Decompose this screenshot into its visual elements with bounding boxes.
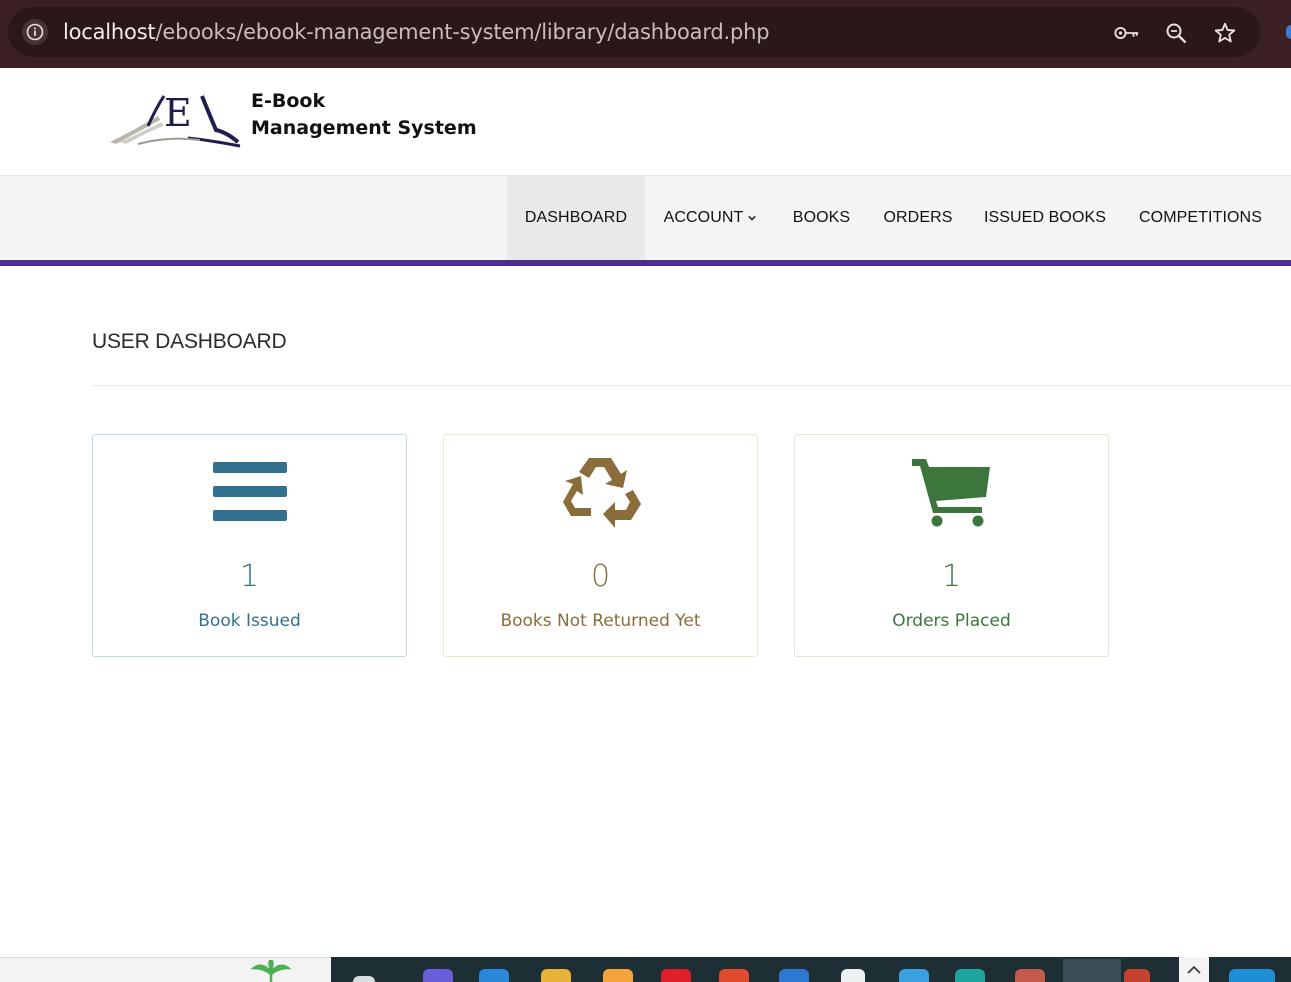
key-icon[interactable] (1114, 20, 1140, 46)
bars-icon (93, 453, 406, 533)
address-bar[interactable]: localhost/ebooks/ebook-management-system… (8, 7, 1260, 57)
nav-label: ORDERS (883, 209, 953, 226)
zoom-icon[interactable] (1163, 20, 1189, 46)
app-store-icon[interactable] (899, 969, 929, 982)
app-brush-icon[interactable] (1015, 969, 1045, 982)
chrome-icon[interactable] (719, 969, 749, 982)
site-name-line2: Management System (251, 117, 477, 139)
main-nav: DASHBOARD ACCOUNT BOOKS ORDERS ISSUED BO… (0, 176, 1291, 266)
nav-books[interactable]: BOOKS (775, 176, 868, 260)
chevron-up-icon[interactable] (1179, 957, 1209, 982)
vscode-icon[interactable] (479, 969, 509, 982)
url-path: /ebooks/ebook-management-system/library/… (155, 20, 770, 44)
profile-edge-icon[interactable] (1286, 25, 1291, 39)
plant-icon (250, 960, 292, 982)
nav-label: COMPETITIONS (1139, 209, 1262, 226)
browser-toolbar: localhost/ebooks/ebook-management-system… (0, 0, 1291, 68)
chevron-down-icon (748, 215, 757, 221)
copilot-icon[interactable] (423, 969, 453, 982)
orders-placed-count: 1 (941, 559, 962, 594)
logo-letter: E (164, 91, 192, 135)
nav-issued-books[interactable]: ISSUED BOOKS (968, 176, 1122, 260)
site-logo[interactable]: E (108, 86, 242, 148)
books-issued-label: Book Issued (198, 611, 301, 631)
shopping-cart-icon (795, 453, 1108, 533)
nav-label: DASHBOARD (524, 209, 628, 226)
url-text[interactable]: localhost/ebooks/ebook-management-system… (63, 19, 770, 45)
nav-dashboard[interactable]: DASHBOARD (507, 176, 645, 260)
book-issued-card: 1 Book Issued (92, 434, 407, 657)
nav-label: ACCOUNT (663, 209, 744, 226)
app-blue-icon[interactable] (779, 969, 809, 982)
books-not-returned-label: Books Not Returned Yet (500, 611, 701, 631)
star-icon[interactable] (1212, 20, 1238, 46)
books-not-returned-card: 0 Books Not Returned Yet (443, 434, 758, 657)
orders-placed-card: 1 Orders Placed (794, 434, 1109, 657)
nav-account[interactable]: ACCOUNT (645, 176, 775, 260)
books-not-returned-count: 0 (590, 559, 611, 594)
recycle-icon (444, 453, 757, 533)
chrome-active-icon[interactable] (1063, 959, 1121, 982)
app-ai-icon[interactable] (1229, 969, 1275, 982)
nav-label: ISSUED BOOKS (983, 209, 1107, 226)
nav-competitions[interactable]: COMPETITIONS (1122, 176, 1279, 260)
firefox-icon[interactable] (603, 969, 633, 982)
orders-placed-label: Orders Placed (892, 611, 1011, 631)
folder-icon[interactable] (541, 969, 571, 982)
nav-label: BOOKS (792, 209, 851, 226)
divider (92, 385, 1291, 386)
books-issued-count: 1 (239, 559, 260, 594)
task-view-icon[interactable] (353, 976, 375, 982)
nav-orders[interactable]: ORDERS (868, 176, 968, 260)
site-name: E-Book Management System (251, 88, 477, 142)
app-pdf-icon[interactable] (1124, 969, 1150, 982)
site-name-line1: E-Book (251, 90, 326, 112)
site-header: E E-Book Management System (0, 68, 1291, 176)
taskbar (331, 957, 1291, 982)
info-icon[interactable] (22, 19, 48, 45)
app-red-icon[interactable] (661, 969, 691, 982)
taskbar-widgets[interactable] (0, 957, 331, 982)
page-title: USER DASHBOARD (92, 330, 287, 353)
url-host: localhost (63, 20, 156, 44)
document-icon[interactable] (841, 969, 865, 982)
edge-icon[interactable] (955, 969, 985, 982)
